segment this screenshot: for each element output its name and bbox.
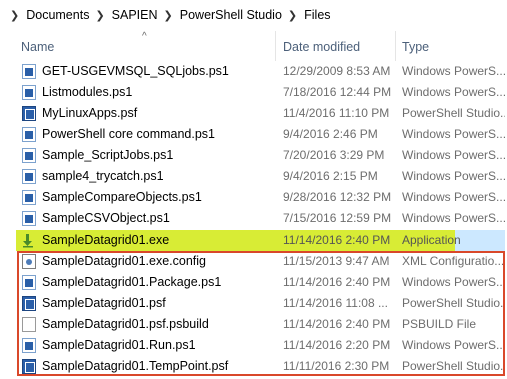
ps1-file-icon xyxy=(22,275,36,290)
file-date: 7/18/2016 12:44 PM xyxy=(283,85,392,99)
file-type: Windows PowerS... xyxy=(402,127,505,141)
file-type: Windows PowerS... xyxy=(402,169,505,183)
file-type: PowerShell Studio... xyxy=(402,359,505,373)
breadcrumb-documents[interactable]: Documents xyxy=(26,8,89,22)
file-row[interactable]: SampleDatagrid01.Run.ps1 11/14/2016 2:20… xyxy=(16,335,505,356)
breadcrumb-sapien[interactable]: SAPIEN xyxy=(112,8,158,22)
file-row[interactable]: SampleDatagrid01.exe.config 11/15/2013 9… xyxy=(16,251,505,272)
file-name: SampleDatagrid01.psf xyxy=(42,296,166,310)
file-name: SampleDatagrid01.exe xyxy=(42,233,170,247)
file-date: 11/14/2016 11:08 ... xyxy=(283,296,388,310)
file-name: SampleCompareObjects.ps1 xyxy=(42,190,202,204)
file-type: Windows PowerS... xyxy=(402,338,505,352)
file-name: SampleDatagrid01.Package.ps1 xyxy=(42,275,222,289)
psf-file-icon xyxy=(22,359,36,374)
column-divider[interactable] xyxy=(275,31,276,61)
file-row[interactable]: SampleCSVObject.ps1 7/15/2016 12:59 PM W… xyxy=(16,208,505,229)
chevron-right-icon[interactable]: ❯ xyxy=(95,9,104,22)
column-divider[interactable] xyxy=(395,31,396,61)
ps1-file-icon xyxy=(22,85,36,100)
file-row-selected[interactable]: SampleDatagrid01.exe 11/14/2016 2:40 PM … xyxy=(16,230,461,251)
file-row[interactable]: SampleDatagrid01.Package.ps1 11/14/2016 … xyxy=(16,272,505,293)
file-date: 11/14/2016 2:20 PM xyxy=(283,338,391,352)
generic-file-icon xyxy=(22,317,36,332)
file-name: SampleCSVObject.ps1 xyxy=(42,211,170,225)
ps1-file-icon xyxy=(22,127,36,142)
file-date: 11/15/2013 9:47 AM xyxy=(283,254,390,268)
exe-file-icon xyxy=(22,233,36,248)
chevron-right-icon[interactable]: ❯ xyxy=(288,9,297,22)
config-file-icon xyxy=(22,254,36,269)
file-date: 11/11/2016 2:30 PM xyxy=(283,359,390,373)
sort-ascending-icon: ^ xyxy=(142,31,147,42)
file-type: PSBUILD File xyxy=(402,317,477,331)
file-row[interactable]: PowerShell core command.ps1 9/4/2016 2:4… xyxy=(16,124,505,145)
file-row[interactable]: SampleDatagrid01.psf.psbuild 11/14/2016 … xyxy=(16,314,505,335)
ps1-file-icon xyxy=(22,211,36,226)
breadcrumb-powershell-studio[interactable]: PowerShell Studio xyxy=(180,8,282,22)
file-type: Windows PowerS... xyxy=(402,275,505,289)
file-name: SampleDatagrid01.exe.config xyxy=(42,254,206,268)
file-type: Windows PowerS... xyxy=(402,85,505,99)
file-row[interactable]: SampleCompareObjects.ps1 9/28/2016 12:32… xyxy=(16,187,505,208)
file-type: Windows PowerS... xyxy=(402,148,505,162)
file-row[interactable]: Sample_ScriptJobs.ps1 7/20/2016 3:29 PM … xyxy=(16,145,505,166)
file-row[interactable]: GET-USGEVMSQL_SQLjobs.ps1 12/29/2009 8:5… xyxy=(16,61,505,82)
column-header-name[interactable]: Name xyxy=(21,40,54,54)
ps1-file-icon xyxy=(22,169,36,184)
file-date: 11/4/2016 11:10 PM xyxy=(283,106,390,120)
file-type: PowerShell Studio... xyxy=(402,106,505,120)
psf-file-icon xyxy=(22,296,36,311)
column-header-date-modified[interactable]: Date modified xyxy=(283,40,360,54)
file-type: Windows PowerS... xyxy=(402,211,505,225)
ps1-file-icon xyxy=(22,190,36,205)
breadcrumb-files[interactable]: Files xyxy=(304,8,330,22)
file-name: MyLinuxApps.psf xyxy=(42,106,138,120)
file-date: 11/14/2016 2:40 PM xyxy=(283,233,391,247)
file-name: PowerShell core command.ps1 xyxy=(42,127,215,141)
file-name: SampleDatagrid01.TempPoint.psf xyxy=(42,359,229,373)
column-header-type[interactable]: Type xyxy=(402,40,429,54)
file-row[interactable]: SampleDatagrid01.TempPoint.psf 11/11/201… xyxy=(16,356,505,377)
file-date: 9/4/2016 2:46 PM xyxy=(283,127,378,141)
file-type: Windows PowerS... xyxy=(402,64,505,78)
file-date: 9/28/2016 12:32 PM xyxy=(283,190,392,204)
file-name: sample4_trycatch.ps1 xyxy=(42,169,164,183)
file-name: Sample_ScriptJobs.ps1 xyxy=(42,148,174,162)
file-row[interactable]: MyLinuxApps.psf 11/4/2016 11:10 PM Power… xyxy=(16,103,505,124)
ps1-file-icon xyxy=(22,64,36,79)
file-name: SampleDatagrid01.Run.ps1 xyxy=(42,338,196,352)
file-date: 9/4/2016 2:15 PM xyxy=(283,169,378,183)
file-name: Listmodules.ps1 xyxy=(42,85,133,99)
file-date: 7/20/2016 3:29 PM xyxy=(283,148,385,162)
file-name: GET-USGEVMSQL_SQLjobs.ps1 xyxy=(42,64,229,78)
file-type: PowerShell Studio... xyxy=(402,296,505,310)
file-row[interactable]: sample4_trycatch.ps1 9/4/2016 2:15 PM Wi… xyxy=(16,166,505,187)
file-type: Windows PowerS... xyxy=(402,190,505,204)
file-name: SampleDatagrid01.psf.psbuild xyxy=(42,317,209,331)
psf-file-icon xyxy=(22,106,36,121)
file-row[interactable]: Listmodules.ps1 7/18/2016 12:44 PM Windo… xyxy=(16,82,505,103)
file-date: 7/15/2016 12:59 PM xyxy=(283,211,392,225)
breadcrumb: ❯ Documents ❯ SAPIEN ❯ PowerShell Studio… xyxy=(0,0,507,30)
file-type: XML Configuratio... xyxy=(402,254,505,268)
ps1-file-icon xyxy=(22,338,36,353)
file-date: 11/14/2016 2:40 PM xyxy=(283,317,391,331)
file-date: 11/14/2016 2:40 PM xyxy=(283,275,391,289)
chevron-right-icon: ❯ xyxy=(10,9,20,22)
chevron-right-icon[interactable]: ❯ xyxy=(164,9,173,22)
file-date: 12/29/2009 8:53 AM xyxy=(283,64,391,78)
file-row[interactable]: SampleDatagrid01.psf 11/14/2016 11:08 ..… xyxy=(16,293,505,314)
column-header-row: ^ Name Date modified Type xyxy=(0,31,507,61)
file-type: Application xyxy=(402,233,461,247)
ps1-file-icon xyxy=(22,148,36,163)
